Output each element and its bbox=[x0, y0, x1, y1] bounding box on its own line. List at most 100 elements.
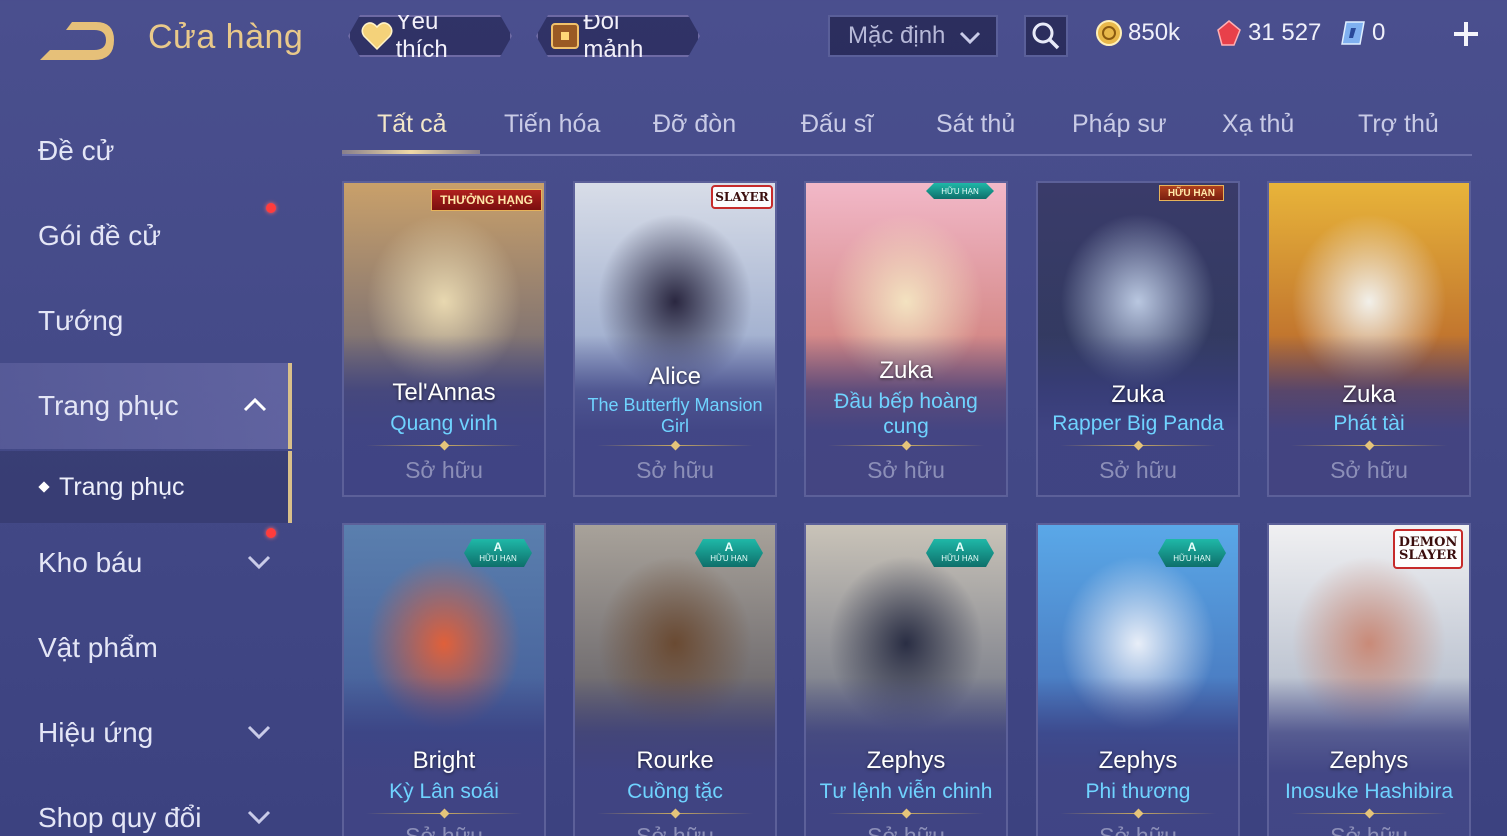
search-button[interactable] bbox=[1024, 15, 1068, 57]
tab-assassin[interactable]: Sát thủ bbox=[936, 110, 1015, 139]
sidebar-subitem-label: Trang phục bbox=[59, 472, 185, 501]
skin-name: Quang vinh bbox=[390, 412, 498, 435]
limited-badge: A HỮU HẠN bbox=[926, 539, 994, 567]
hero-name: Rourke bbox=[636, 747, 714, 774]
owned-status: Sở hữu bbox=[405, 823, 483, 836]
tab-tank[interactable]: Đỡ đòn bbox=[653, 110, 736, 139]
voucher-icon bbox=[1341, 21, 1365, 45]
ruby-icon bbox=[1217, 20, 1241, 46]
tab-all[interactable]: Tất cả bbox=[377, 110, 446, 139]
sidebar-item-featured-bundles[interactable]: Gói đề cử bbox=[0, 193, 292, 279]
sidebar-item-exchange-shop[interactable]: Shop quy đổi bbox=[0, 775, 292, 836]
sidebar-item-label: Đề cử bbox=[38, 135, 115, 166]
skin-card[interactable]: DEMON SLAYER Zephys Inosuke Hashibira Sở … bbox=[1267, 523, 1471, 836]
sidebar-item-label: Tướng bbox=[38, 305, 124, 336]
skin-card[interactable]: Zuka Phát tài Sở hữu bbox=[1267, 181, 1471, 497]
hero-name: Alice bbox=[648, 363, 702, 390]
chevron-down-icon bbox=[247, 810, 271, 825]
owned-status: Sở hữu bbox=[867, 457, 945, 483]
owned-status: Sở hữu bbox=[1099, 457, 1177, 483]
skin-name: Kỳ Lân soái bbox=[389, 780, 499, 803]
hero-name: Zuka bbox=[879, 357, 933, 384]
sidebar-item-items[interactable]: Vật phẩm bbox=[0, 605, 292, 691]
bullet-diamond-icon bbox=[38, 481, 50, 493]
sidebar-item-label: Vật phẩm bbox=[38, 632, 158, 663]
skin-name: Tư lệnh viễn chinh bbox=[819, 780, 993, 803]
top-bar: Cửa hàng Yêu thích Đổi mảnh Mặc định 850… bbox=[0, 0, 1507, 72]
sort-dropdown[interactable]: Mặc định bbox=[828, 15, 998, 57]
limited-badge: HỮU HẠN bbox=[926, 183, 994, 199]
sidebar-item-label: Shop quy đổi bbox=[38, 802, 202, 833]
skin-name: Phát tài bbox=[1333, 412, 1405, 435]
skin-card[interactable]: A HỮU HẠN Zephys Phi thương Sở hữu bbox=[1036, 523, 1240, 836]
category-tabs: Tất cả Tiến hóa Đỡ đòn Đấu sĩ Sát thủ Ph… bbox=[342, 100, 1472, 156]
voucher-amount: 0 bbox=[1372, 19, 1386, 46]
sidebar: Đề cử Gói đề cử Tướng Trang phục Trang p… bbox=[0, 108, 292, 836]
tab-marksman[interactable]: Xạ thủ bbox=[1222, 110, 1294, 139]
skin-card[interactable]: A HỮU HẠN Zephys Tư lệnh viễn chinh Sở hữ… bbox=[804, 523, 1008, 836]
sidebar-item-label: Hiệu ứng bbox=[38, 717, 154, 748]
gold-balance: 850k bbox=[1094, 16, 1180, 50]
chevron-up-icon bbox=[243, 397, 267, 412]
tab-evolution[interactable]: Tiến hóa bbox=[504, 110, 600, 139]
skin-card[interactable]: HỮU HẠN Zuka Đầu bếp hoàng cung Sở hữu bbox=[804, 181, 1008, 497]
sidebar-item-heroes[interactable]: Tướng bbox=[0, 278, 292, 364]
skin-name: Đầu bếp hoàng cung bbox=[834, 390, 978, 438]
skin-name: Cuồng tặc bbox=[627, 780, 723, 803]
hero-name: Zuka bbox=[1111, 381, 1165, 408]
skin-card[interactable]: THƯỞNG HẠNG Tel'Annas Quang vinh Sở hữu bbox=[342, 181, 546, 497]
limited-badge: A HỮU HẠN bbox=[695, 539, 763, 567]
top-up-button[interactable] bbox=[1450, 18, 1482, 50]
exchange-label: Đổi mảnh bbox=[583, 8, 644, 63]
back-button[interactable] bbox=[36, 20, 120, 64]
hero-name: Zuka bbox=[1342, 381, 1396, 408]
owned-status: Sở hữu bbox=[1330, 457, 1408, 483]
owned-status: Sở hữu bbox=[636, 823, 714, 836]
sidebar-item-effects[interactable]: Hiệu ứng bbox=[0, 690, 292, 776]
tab-fighter[interactable]: Đấu sĩ bbox=[801, 110, 873, 139]
limited-badge: A HỮU HẠN bbox=[1158, 539, 1226, 567]
chevron-down-icon bbox=[247, 555, 271, 570]
owned-status: Sở hữu bbox=[636, 457, 714, 483]
hero-name: Tel'Annas bbox=[392, 379, 496, 406]
ranked-badge: THƯỞNG HẠNG bbox=[431, 189, 542, 211]
exchange-fragments-button[interactable]: Đổi mảnh bbox=[536, 15, 700, 57]
skin-name: Phi thương bbox=[1085, 780, 1191, 803]
ruby-balance: 31 527 bbox=[1214, 16, 1321, 50]
owned-status: Sở hữu bbox=[405, 457, 483, 483]
sidebar-subitem-skins[interactable]: Trang phục bbox=[0, 451, 292, 523]
voucher-balance: 0 bbox=[1338, 16, 1385, 50]
tab-mage[interactable]: Pháp sư bbox=[1072, 110, 1167, 139]
sidebar-item-label: Kho báu bbox=[38, 547, 143, 578]
demon-slayer-badge: DEMON SLAYER bbox=[1393, 529, 1463, 569]
owned-status: Sở hữu bbox=[867, 823, 945, 836]
skin-card[interactable]: SLAYER Alice The Butterfly Mansion Girl … bbox=[573, 181, 777, 497]
owned-status: Sở hữu bbox=[1330, 823, 1408, 836]
sidebar-item-label: Gói đề cử bbox=[38, 220, 162, 251]
favorites-button[interactable]: Yêu thích bbox=[348, 15, 512, 57]
chest-icon bbox=[548, 19, 581, 53]
chevron-down-icon bbox=[959, 31, 981, 45]
hero-name: Zephys bbox=[866, 747, 946, 774]
favorites-label: Yêu thích bbox=[395, 8, 448, 63]
notification-dot bbox=[266, 203, 276, 213]
heart-icon bbox=[360, 19, 394, 53]
chevron-down-icon bbox=[247, 725, 271, 740]
sidebar-item-treasure[interactable]: Kho báu bbox=[0, 520, 292, 606]
gold-coin-icon bbox=[1096, 20, 1122, 46]
sidebar-item-label: Trang phục bbox=[38, 390, 179, 421]
skin-card[interactable]: A HỮU HẠN Rourke Cuồng tặc Sở hữu bbox=[573, 523, 777, 836]
skin-card[interactable]: HỮU HẠN Zuka Rapper Big Panda Sở hữu bbox=[1036, 181, 1240, 497]
skin-name: The Butterfly Mansion Girl bbox=[587, 395, 763, 436]
sort-value: Mặc định bbox=[848, 22, 946, 49]
skin-card[interactable]: A HỮU HẠN Bright Kỳ Lân soái Sở hữu bbox=[342, 523, 546, 836]
notification-dot bbox=[266, 528, 276, 538]
demon-slayer-badge: SLAYER bbox=[711, 185, 773, 209]
gold-amount: 850k bbox=[1128, 19, 1181, 46]
sidebar-item-skins[interactable]: Trang phục bbox=[0, 363, 292, 449]
tab-support[interactable]: Trợ thủ bbox=[1358, 110, 1439, 139]
skin-grid: THƯỞNG HẠNG Tel'Annas Quang vinh Sở hữu … bbox=[342, 181, 1472, 836]
sidebar-item-featured[interactable]: Đề cử bbox=[0, 108, 292, 194]
search-icon bbox=[1032, 22, 1060, 50]
page-title: Cửa hàng bbox=[148, 18, 304, 56]
